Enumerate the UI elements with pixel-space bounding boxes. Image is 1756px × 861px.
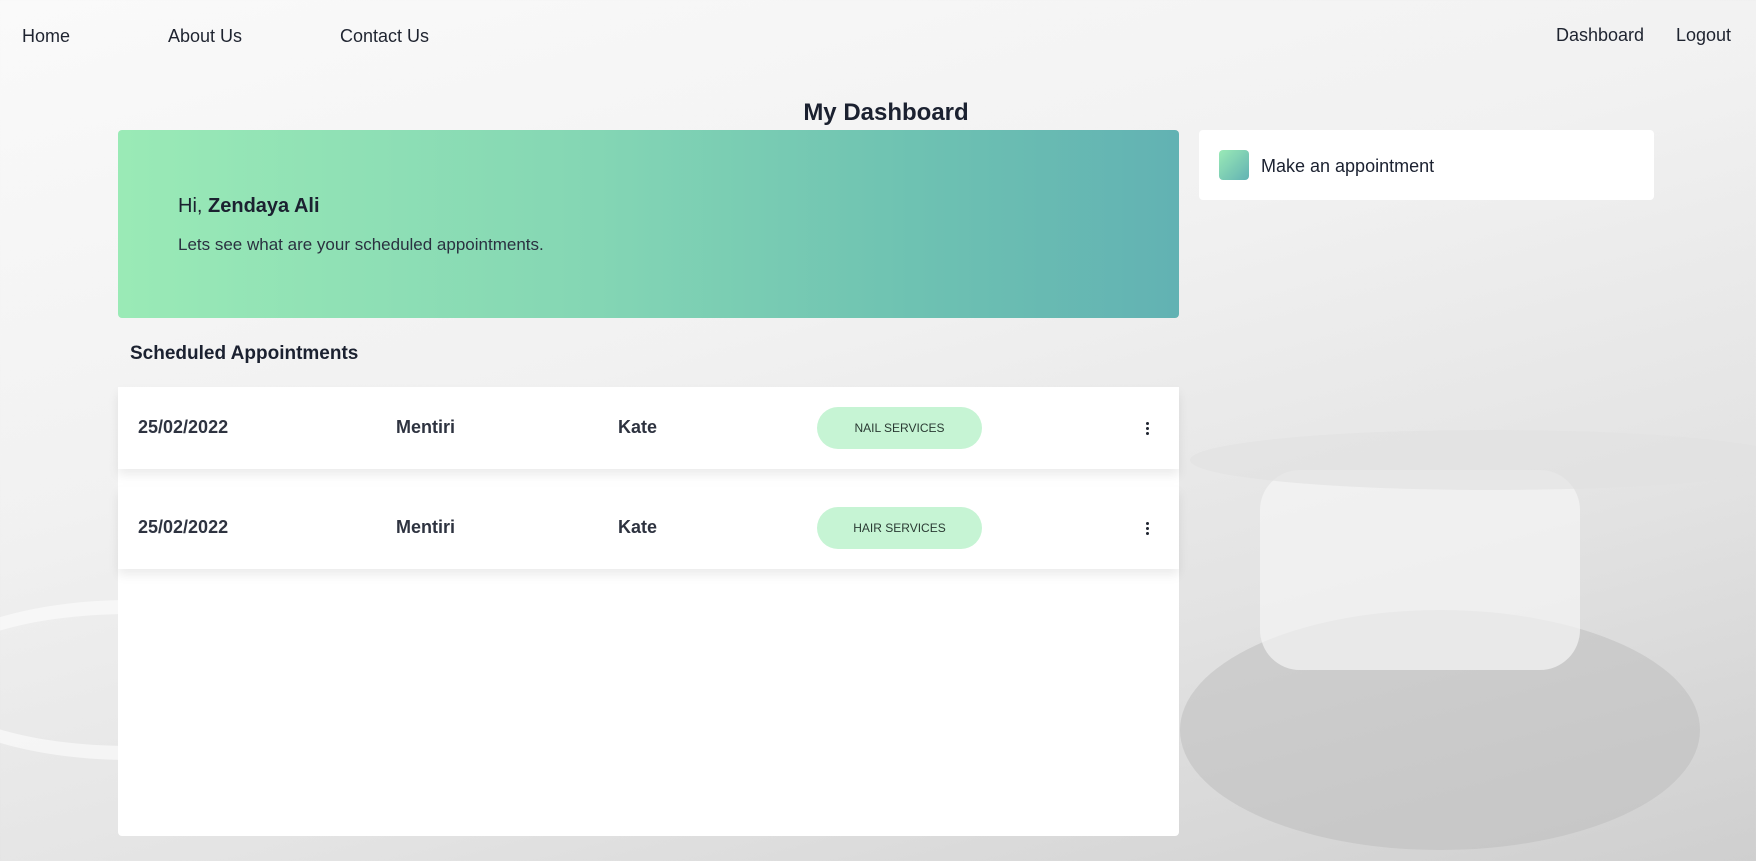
nav-about-link[interactable]: About Us [168, 26, 242, 47]
make-appointment-button[interactable]: Make an appointment [1199, 130, 1654, 200]
nav-logout-link[interactable]: Logout [1676, 25, 1731, 46]
service-badge: NAIL SERVICES [817, 407, 982, 449]
appointment-staff: Kate [618, 517, 658, 537]
more-vertical-icon[interactable] [1139, 517, 1155, 539]
make-appointment-label: Make an appointment [1261, 156, 1435, 176]
nav-dashboard-link[interactable]: Dashboard [1556, 25, 1644, 46]
appointment-location: Mentiri [396, 517, 456, 537]
welcome-banner: Hi, Zendaya Ali Lets see what are your s… [118, 130, 1179, 318]
nav-contact-link[interactable]: Contact Us [340, 26, 429, 47]
calendar-icon [1219, 150, 1249, 180]
greeting-subtitle: Lets see what are your scheduled appoint… [178, 235, 544, 254]
top-navigation: Home About Us Contact Us Dashboard Logou… [0, 0, 1756, 78]
table-row[interactable]: 25/02/2022 Mentiri Kate NAIL SERVICES [118, 387, 1179, 469]
appointment-date: 25/02/2022 [138, 417, 229, 437]
page-title: My Dashboard [803, 99, 969, 126]
appointments-list: 25/02/2022 Mentiri Kate NAIL SERVICES 25… [118, 387, 1179, 836]
user-name: Zendaya Ali [208, 195, 320, 217]
section-title: Scheduled Appointments [130, 343, 359, 364]
appointment-location: Mentiri [396, 417, 456, 437]
nav-home-link[interactable]: Home [22, 26, 70, 47]
greeting-prefix: Hi, [178, 195, 203, 217]
appointment-date: 25/02/2022 [138, 517, 229, 537]
service-badge: HAIR SERVICES [817, 507, 982, 549]
appointment-staff: Kate [618, 417, 658, 437]
greeting: Hi, Zendaya Ali [178, 195, 320, 218]
more-vertical-icon[interactable] [1139, 417, 1155, 439]
table-row[interactable]: 25/02/2022 Mentiri Kate HAIR SERVICES [118, 487, 1179, 569]
